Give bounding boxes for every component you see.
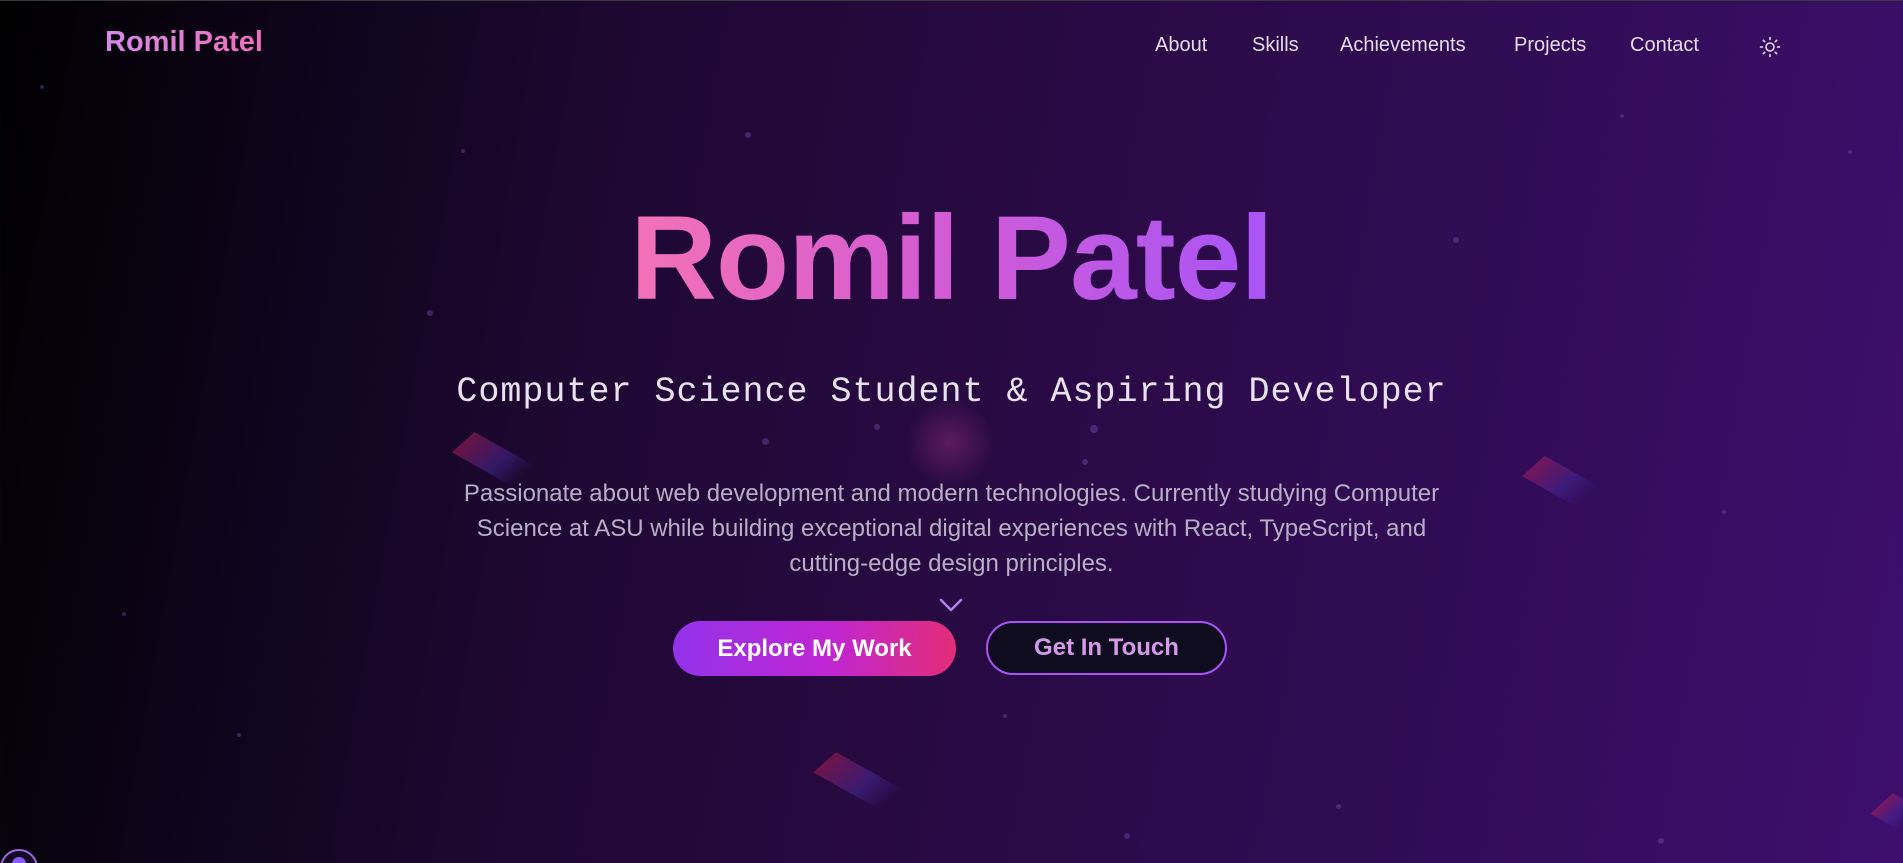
hero-description: Passionate about web development and mod… — [463, 480, 1440, 577]
star-particle — [461, 149, 465, 153]
decorative-shard — [1522, 455, 1598, 507]
star-particle — [1722, 510, 1726, 514]
star-particle — [1090, 425, 1098, 433]
window-top-border — [0, 0, 1903, 1]
hero-title: Romil Patel — [0, 188, 1903, 328]
star-particle — [237, 733, 241, 737]
hero-subtitle: Computer Science Student & Aspiring Deve… — [456, 372, 1447, 412]
star-particle — [122, 612, 126, 616]
star-particle — [40, 85, 44, 89]
floating-widget-button[interactable] — [0, 849, 38, 863]
sun-icon — [1759, 36, 1781, 58]
star-particle — [1336, 804, 1341, 809]
explore-my-work-button[interactable]: Explore My Work — [673, 621, 956, 676]
widget-icon — [12, 857, 26, 863]
star-particle — [1658, 838, 1664, 844]
scroll-down-button[interactable] — [938, 597, 964, 613]
explore-my-work-label: Explore My Work — [717, 634, 912, 662]
theme-toggle-button[interactable] — [1759, 36, 1781, 58]
star-particle — [1124, 833, 1130, 839]
get-in-touch-button[interactable]: Get In Touch — [986, 621, 1227, 675]
nav-item-contact[interactable]: Contact — [1630, 34, 1699, 57]
star-particle — [1082, 459, 1088, 465]
decorative-shard — [1870, 793, 1903, 829]
star-particle — [1003, 714, 1007, 718]
star-particle — [762, 438, 769, 445]
chevron-down-icon — [939, 598, 963, 612]
star-particle — [745, 132, 751, 138]
nav-item-skills[interactable]: Skills — [1252, 34, 1299, 57]
star-particle — [874, 424, 880, 430]
hero-title-text: Romil Patel — [630, 191, 1273, 325]
decorative-shard — [813, 752, 903, 810]
star-particle — [1620, 114, 1624, 118]
nav-item-about[interactable]: About — [1155, 34, 1207, 57]
nav-item-achievements[interactable]: Achievements — [1340, 34, 1466, 57]
get-in-touch-label: Get In Touch — [1034, 634, 1179, 661]
star-particle — [1848, 150, 1852, 154]
site-logo[interactable]: Romil Patel — [105, 26, 263, 59]
nav-item-projects[interactable]: Projects — [1514, 34, 1586, 57]
